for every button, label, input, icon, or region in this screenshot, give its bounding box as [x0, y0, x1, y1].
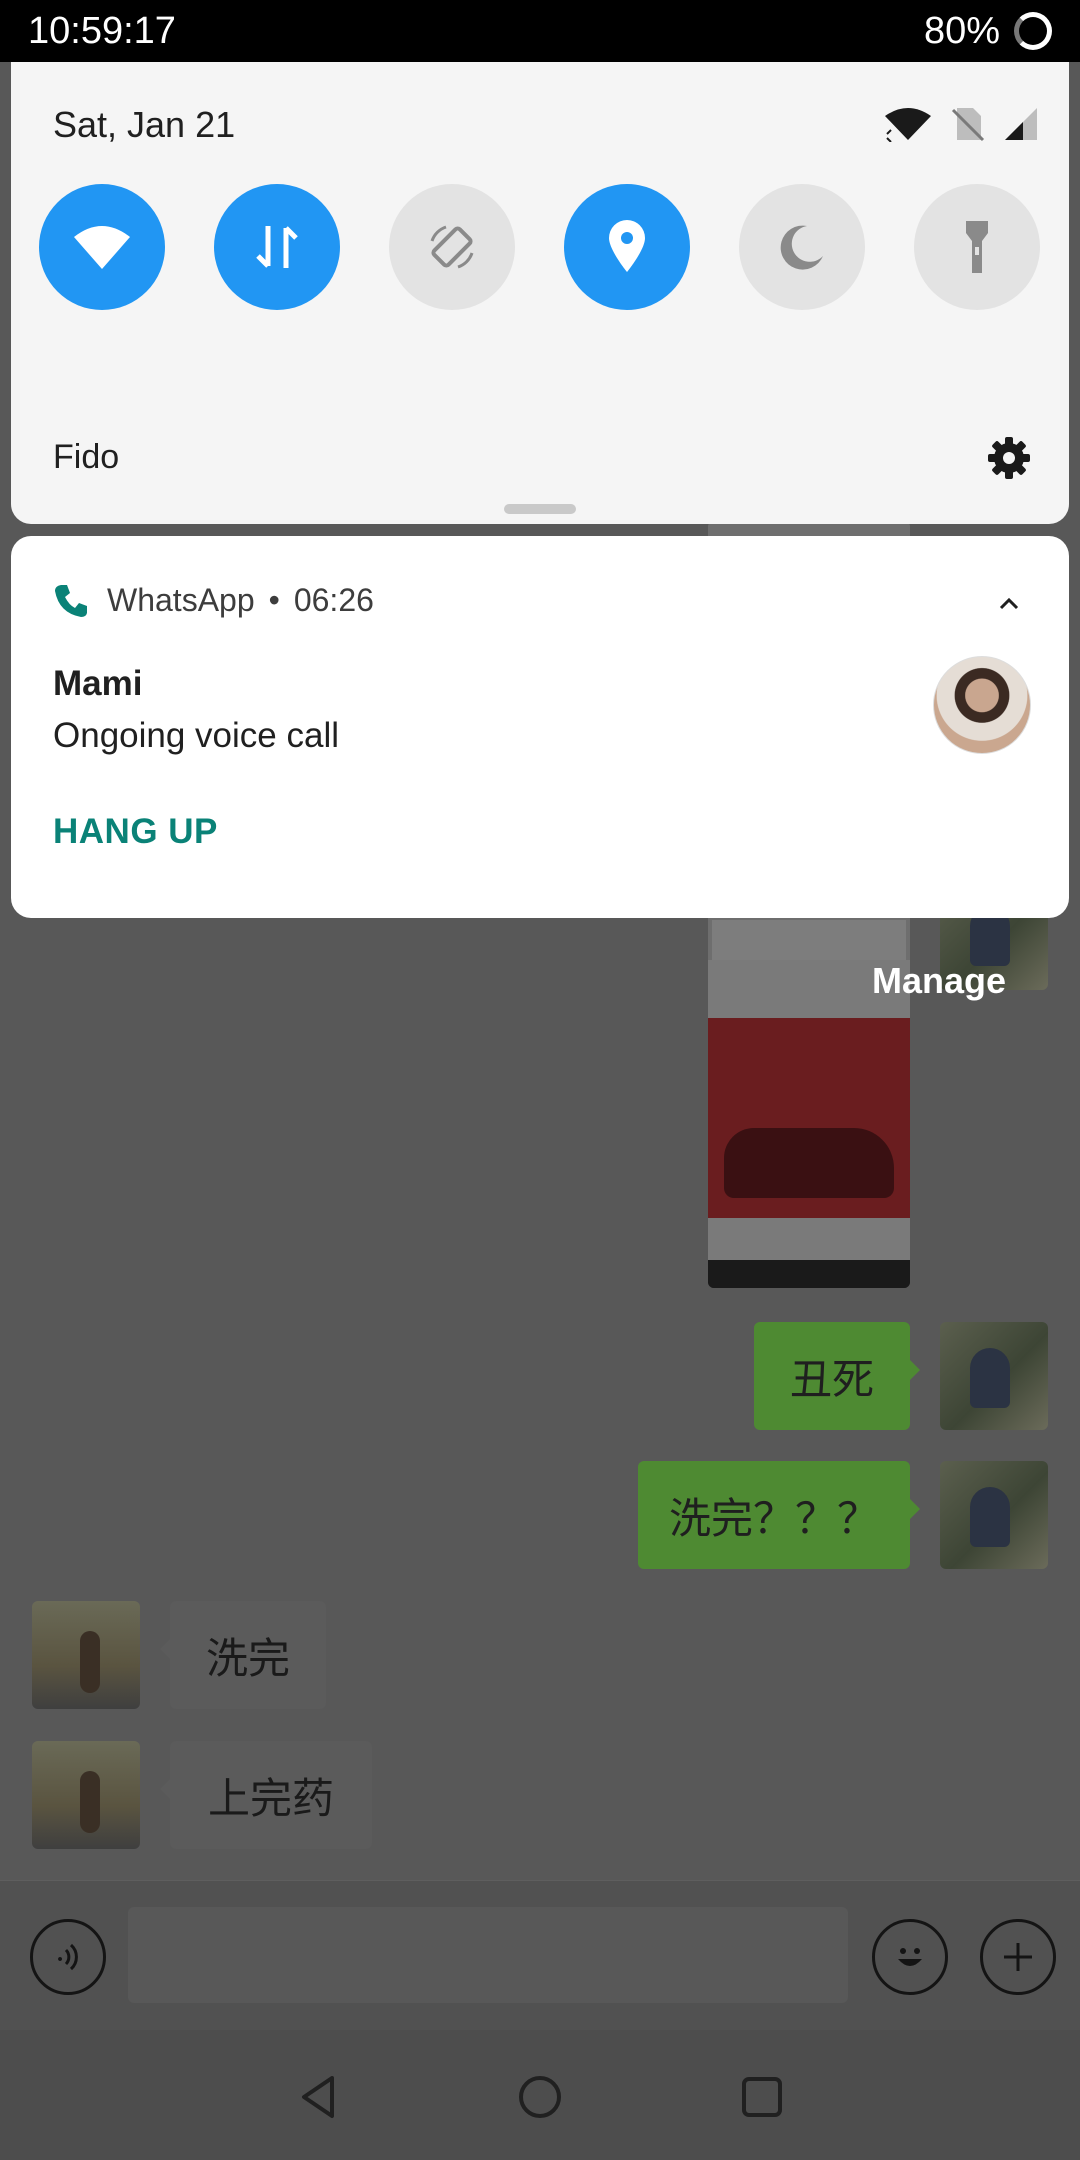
my-avatar[interactable] — [940, 1461, 1048, 1569]
message-bubble[interactable]: 上完药 — [160, 1741, 372, 1849]
add-icon[interactable] — [980, 1919, 1056, 1995]
flashlight-icon — [966, 221, 988, 273]
voice-input-icon[interactable] — [30, 1919, 106, 1995]
manage-label[interactable]: Manage — [872, 960, 1006, 1002]
flashlight-toggle[interactable] — [914, 184, 1040, 310]
message-bubble[interactable]: 洗完？？？ — [638, 1461, 920, 1569]
contact-avatar[interactable] — [32, 1601, 140, 1709]
wifi-toggle[interactable] — [39, 184, 165, 310]
phone-icon — [55, 584, 87, 617]
drag-handle[interactable] — [504, 504, 576, 514]
app-name: WhatsApp — [107, 582, 255, 618]
carrier-name: Fido — [53, 438, 120, 476]
location-toggle[interactable] — [564, 184, 690, 310]
battery-icon — [1014, 12, 1052, 50]
contact-avatar[interactable] — [32, 1741, 140, 1849]
recents-icon[interactable] — [737, 2072, 787, 2122]
auto-rotate-toggle[interactable] — [389, 184, 515, 310]
location-icon — [609, 220, 645, 272]
navigation-bar — [0, 2030, 1080, 2160]
whatsapp-call-notification[interactable]: WhatsApp • 06:26 Mami Ongoing voice call… — [11, 536, 1069, 918]
caller-avatar — [933, 656, 1031, 754]
message-bubble[interactable]: 洗完 — [160, 1601, 326, 1709]
wifi-signal-icon — [885, 108, 931, 142]
message-input[interactable] — [128, 1907, 848, 2003]
caller-name: Mami — [53, 664, 143, 703]
message-bubble[interactable]: 丑死 — [754, 1322, 920, 1430]
emoji-icon[interactable] — [872, 1919, 948, 1995]
rotate-icon — [430, 225, 474, 269]
no-sim-icon — [951, 108, 985, 142]
hang-up-button[interactable]: HANG UP — [53, 812, 218, 852]
moon-icon — [780, 225, 823, 270]
data-arrows-icon — [256, 226, 298, 268]
battery-percentage: 80% — [923, 10, 1000, 52]
settings-gear-icon[interactable] — [987, 436, 1031, 480]
system-icons — [883, 106, 1039, 142]
notification-time: 06:26 — [293, 582, 374, 618]
collapse-chevron-icon[interactable] — [997, 592, 1021, 616]
back-icon[interactable] — [294, 2072, 344, 2122]
wifi-icon — [74, 226, 130, 269]
status-bar: 10:59:17 80% — [0, 0, 1080, 62]
call-status: Ongoing voice call — [53, 716, 339, 755]
clock: 10:59:17 — [28, 10, 176, 52]
my-avatar[interactable] — [940, 1322, 1048, 1430]
mobile-data-toggle[interactable] — [214, 184, 340, 310]
date-label: Sat, Jan 21 — [53, 104, 236, 145]
quick-settings-panel: Sat, Jan 21 Fido — [11, 62, 1069, 524]
notification-header: WhatsApp • 06:26 — [53, 582, 374, 619]
night-mode-toggle[interactable] — [739, 184, 865, 310]
chat-input-bar — [0, 1880, 1080, 2031]
cell-signal-icon — [1005, 108, 1037, 140]
home-icon[interactable] — [515, 2072, 565, 2122]
